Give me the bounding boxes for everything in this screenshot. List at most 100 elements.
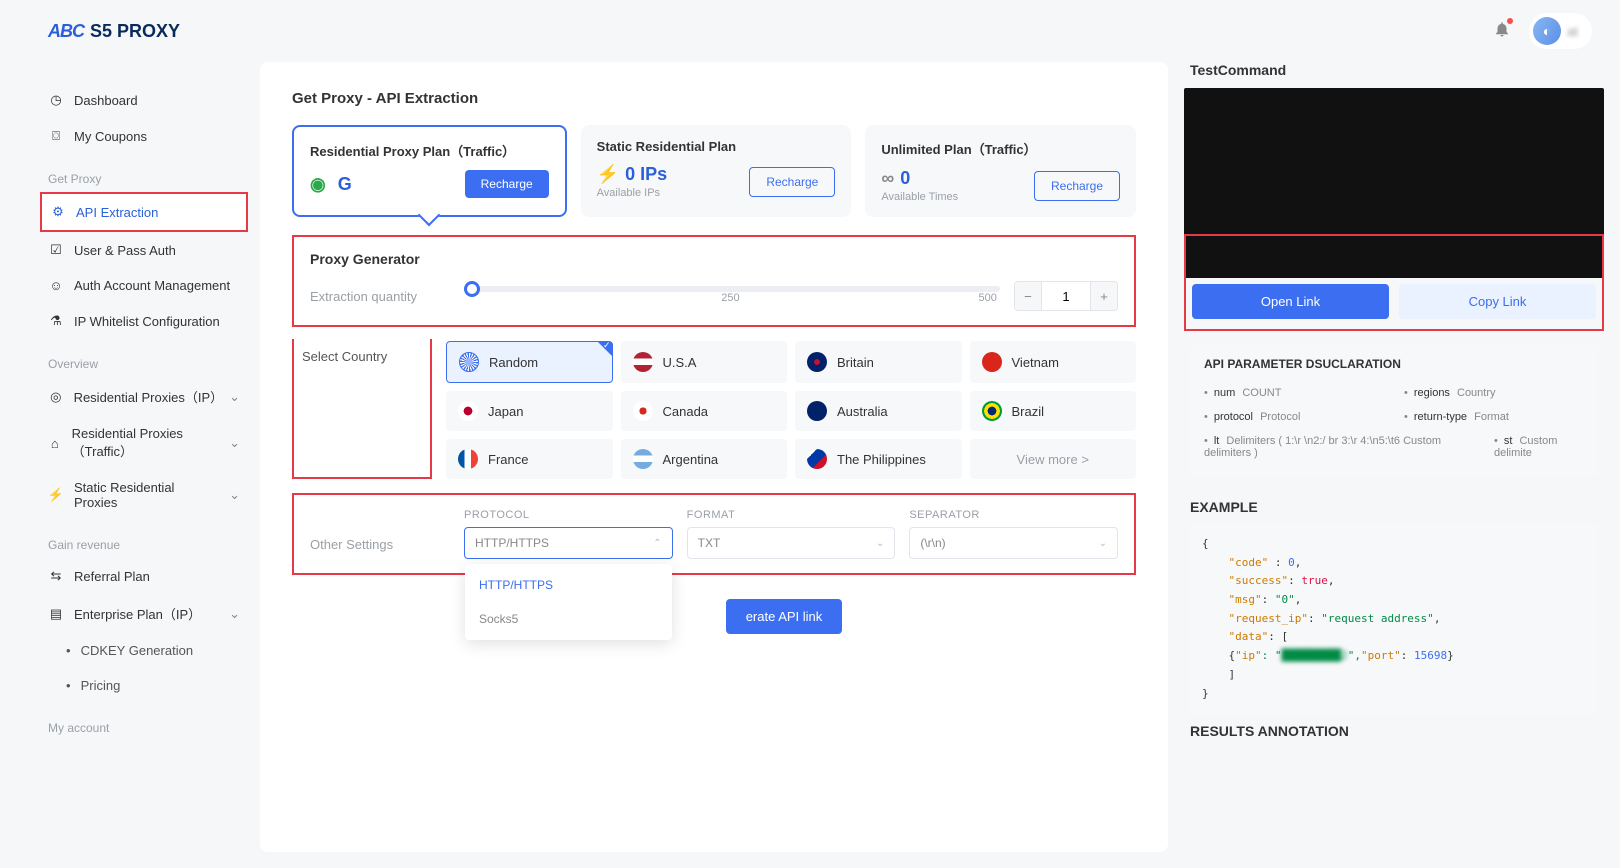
country-france[interactable]: France bbox=[446, 439, 613, 479]
flag-france-icon bbox=[458, 449, 478, 469]
sidebar-item-auth-account[interactable]: ☺Auth Account Management bbox=[40, 268, 248, 303]
sidebar: ◷Dashboard ⌼My Coupons Get Proxy ⚙API Ex… bbox=[0, 0, 260, 868]
building-icon: ▤ bbox=[48, 606, 64, 622]
avatar-icon: ◐ bbox=[1533, 17, 1561, 45]
generate-api-link-button[interactable]: erate API link bbox=[726, 599, 843, 634]
separator-select[interactable]: (\r\n) ⌄ bbox=[909, 527, 1118, 559]
separator-label: SEPARATOR bbox=[909, 509, 1118, 521]
users-icon: ⚗ bbox=[48, 313, 64, 329]
increment-button[interactable]: + bbox=[1091, 282, 1117, 310]
country-random[interactable]: Random bbox=[446, 341, 613, 383]
sidebar-item-static-res[interactable]: ⚡Static Residential Proxies⌄ bbox=[40, 470, 248, 520]
plan-static[interactable]: Static Residential Plan ⚡0 IPsAvailable … bbox=[581, 125, 852, 217]
quantity-input[interactable] bbox=[1041, 282, 1091, 310]
right-panel: TestCommand Open Link Copy Link API PARA… bbox=[1184, 62, 1604, 852]
copy-link-button[interactable]: Copy Link bbox=[1399, 284, 1596, 319]
logo-mark: ABC bbox=[48, 21, 84, 42]
refresh-icon: ◉ bbox=[310, 174, 326, 195]
bolt-icon: ⚡ bbox=[597, 164, 619, 185]
country-view-more[interactable]: View more > bbox=[970, 439, 1137, 479]
format-label: FORMAT bbox=[687, 509, 896, 521]
recharge-button[interactable]: Recharge bbox=[465, 170, 549, 198]
ticket-icon: ⌼ bbox=[48, 128, 64, 144]
flag-japan-icon bbox=[458, 401, 478, 421]
sidebar-section-getproxy: Get Proxy bbox=[40, 154, 248, 192]
protocol-option-http[interactable]: HTTP/HTTPS bbox=[465, 568, 672, 602]
plan-cards: Residential Proxy Plan（Traffic） ◉ G Rech… bbox=[292, 125, 1136, 217]
country-section: Select Country Random U.S.A Britain Viet… bbox=[292, 341, 1136, 479]
bell-icon[interactable] bbox=[1493, 20, 1511, 43]
section-title: Proxy Generator bbox=[310, 251, 1118, 267]
link-icon: ⚙ bbox=[50, 204, 66, 220]
sidebar-item-enterprise[interactable]: ▤Enterprise Plan（IP）⌄ bbox=[40, 594, 248, 633]
quantity-stepper: − + bbox=[1014, 281, 1118, 311]
chevron-down-icon: ⌄ bbox=[1099, 538, 1107, 549]
sidebar-section-account: My account bbox=[40, 703, 248, 741]
page-title: Get Proxy - API Extraction bbox=[292, 90, 1136, 107]
globe-icon bbox=[459, 352, 479, 372]
format-select[interactable]: TXT ⌄ bbox=[687, 527, 896, 559]
sidebar-item-pricing[interactable]: •Pricing bbox=[40, 668, 248, 703]
flag-brazil-icon bbox=[982, 401, 1002, 421]
sidebar-item-dashboard[interactable]: ◷Dashboard bbox=[40, 82, 248, 118]
protocol-select[interactable]: HTTP/HTTPS ⌃ HTTP/HTTPS Socks5 bbox=[464, 527, 673, 559]
flag-canada-icon bbox=[633, 401, 653, 421]
chevron-down-icon: ⌄ bbox=[229, 435, 240, 451]
decrement-button[interactable]: − bbox=[1015, 282, 1041, 310]
example-code: { "code" : 0, "success": true, "msg": "0… bbox=[1190, 523, 1598, 715]
shield-icon: ☑ bbox=[48, 242, 64, 258]
proxy-generator-section: Proxy Generator Extraction quantity 250 … bbox=[292, 235, 1136, 327]
country-australia[interactable]: Australia bbox=[795, 391, 962, 431]
country-britain[interactable]: Britain bbox=[795, 341, 962, 383]
quantity-label: Extraction quantity bbox=[310, 289, 450, 304]
chevron-up-icon: ⌃ bbox=[653, 538, 661, 549]
chevron-down-icon: ⌄ bbox=[876, 538, 884, 549]
example-title: EXAMPLE bbox=[1190, 499, 1598, 515]
sidebar-item-ip-whitelist[interactable]: ⚗IP Whitelist Configuration bbox=[40, 303, 248, 339]
sidebar-item-res-ip[interactable]: ◎Residential Proxies（IP）⌄ bbox=[40, 377, 248, 416]
chevron-down-icon: ⌄ bbox=[229, 487, 240, 503]
sidebar-item-referral[interactable]: ⇆Referral Plan bbox=[40, 558, 248, 594]
header: ABC S5 PROXY ◐ at bbox=[0, 0, 1620, 62]
protocol-option-socks5[interactable]: Socks5 bbox=[465, 602, 672, 636]
sidebar-item-coupons[interactable]: ⌼My Coupons bbox=[40, 118, 248, 154]
plan-unlimited[interactable]: Unlimited Plan（Traffic） ∞0Available Time… bbox=[865, 125, 1136, 217]
share-icon: ⇆ bbox=[48, 568, 64, 584]
user-menu[interactable]: ◐ at bbox=[1529, 13, 1592, 49]
params-title: API PARAMETER DSUCLARATION bbox=[1204, 357, 1584, 371]
sidebar-section-gain: Gain revenue bbox=[40, 520, 248, 558]
country-brazil[interactable]: Brazil bbox=[970, 391, 1137, 431]
sidebar-item-user-pass[interactable]: ☑User & Pass Auth bbox=[40, 232, 248, 268]
main-panel: Get Proxy - API Extraction Residential P… bbox=[260, 62, 1168, 852]
flag-usa-icon bbox=[633, 352, 653, 372]
plan-residential-traffic[interactable]: Residential Proxy Plan（Traffic） ◉ G Rech… bbox=[292, 125, 567, 217]
country-philippines[interactable]: The Philippines bbox=[795, 439, 962, 479]
infinity-icon: ∞ bbox=[881, 168, 894, 189]
user-icon: ☺ bbox=[48, 278, 64, 293]
logo[interactable]: ABC S5 PROXY bbox=[48, 21, 180, 42]
recharge-button[interactable]: Recharge bbox=[749, 167, 835, 197]
open-link-button[interactable]: Open Link bbox=[1192, 284, 1389, 319]
sidebar-item-api-extraction[interactable]: ⚙API Extraction bbox=[40, 192, 248, 232]
flag-argentina-icon bbox=[633, 449, 653, 469]
country-canada[interactable]: Canada bbox=[621, 391, 788, 431]
avatar-label: at bbox=[1567, 24, 1578, 39]
quantity-slider[interactable]: 250 500 bbox=[464, 286, 1000, 306]
flag-uk-icon bbox=[807, 352, 827, 372]
sidebar-item-res-traffic[interactable]: ⌂Residential Proxies（Traffic）⌄ bbox=[40, 416, 248, 470]
home-icon: ⌂ bbox=[48, 436, 62, 451]
protocol-label: PROTOCOL bbox=[464, 509, 673, 521]
country-label: Select Country bbox=[292, 339, 432, 479]
country-japan[interactable]: Japan bbox=[446, 391, 613, 431]
flag-philippines-icon bbox=[807, 449, 827, 469]
chevron-down-icon: ⌄ bbox=[229, 389, 240, 405]
sidebar-item-cdkey[interactable]: •CDKEY Generation bbox=[40, 633, 248, 668]
gauge-icon: ◷ bbox=[48, 92, 64, 108]
country-argentina[interactable]: Argentina bbox=[621, 439, 788, 479]
settings-label: Other Settings bbox=[310, 509, 450, 552]
country-vietnam[interactable]: Vietnam bbox=[970, 341, 1137, 383]
country-usa[interactable]: U.S.A bbox=[621, 341, 788, 383]
protocol-dropdown: HTTP/HTTPS Socks5 bbox=[465, 564, 672, 640]
recharge-button[interactable]: Recharge bbox=[1034, 171, 1120, 201]
flag-australia-icon bbox=[807, 401, 827, 421]
